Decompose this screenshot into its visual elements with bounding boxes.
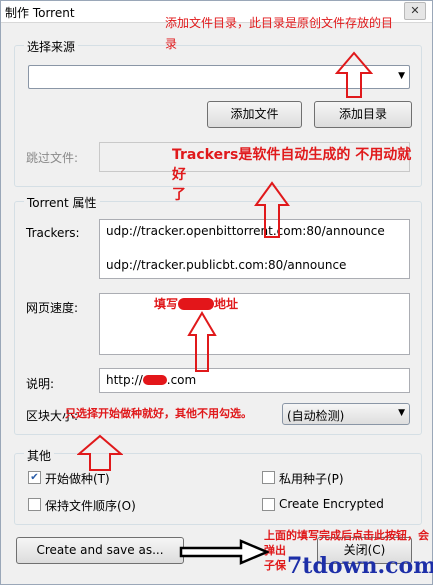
create-and-save-label: Create and save as...	[36, 543, 164, 557]
annotation-arrow-icon	[254, 181, 290, 238]
webseed-textarea[interactable]	[99, 293, 410, 355]
add-file-button-label: 添加文件	[230, 107, 279, 121]
add-file-button[interactable]: 添加文件	[207, 101, 302, 128]
preserve-order-checkbox[interactable]	[28, 498, 41, 511]
annotation-line: 只选择开始做种就好，其他不用勾选。	[65, 407, 252, 420]
tracker-line: udp://tracker.publicbt.com:80/announce	[106, 258, 347, 272]
start-seeding-checkbox[interactable]: ✔	[28, 471, 41, 484]
tracker-line: udp://tracker.openbittorrent.com:80/anno…	[106, 224, 385, 238]
other-group	[14, 453, 422, 525]
annotation-line: 了	[172, 187, 186, 203]
comment-value: http:// .com	[106, 373, 196, 387]
start-seeding-label: 开始做种(T)	[45, 472, 110, 486]
comment-label: 说明:	[26, 377, 55, 391]
annotation-trackers: Trackers是软件自动生成的 不用动就好 了	[172, 144, 422, 204]
private-torrent-checkbox[interactable]	[262, 471, 275, 484]
annotation-seeding: 只选择开始做种就好，其他不用勾选。	[65, 405, 252, 421]
create-and-save-button[interactable]: Create and save as...	[16, 537, 184, 564]
annotation-line: 填写	[154, 297, 179, 311]
add-directory-button-label: 添加目录	[338, 107, 387, 121]
annotation-arrow-icon	[187, 311, 217, 372]
chevron-down-icon: ▼	[398, 71, 405, 81]
private-torrent-label: 私用种子(P)	[279, 472, 344, 486]
create-encrypted-checkbox[interactable]	[262, 498, 275, 511]
properties-group-title: Torrent 属性	[24, 194, 100, 211]
comment-input[interactable]: http:// .com	[99, 368, 410, 393]
other-group-title: 其他	[24, 447, 55, 464]
annotation-right-arrow-icon	[179, 539, 269, 565]
annotation-line: 录	[165, 37, 178, 51]
piece-size-combo[interactable]: (自动检测) ▼	[282, 403, 410, 425]
annotation-line: 地址	[214, 297, 239, 311]
comment-value-suffix: .com	[166, 373, 197, 387]
trackers-label: Trackers:	[26, 226, 80, 240]
annotation-add-directory: 添加文件目录，此目录是原创文件存放的目 录	[165, 14, 427, 57]
watermark-logo: 7tdown.com	[287, 553, 433, 579]
comment-value-prefix: http://	[106, 373, 143, 387]
create-encrypted-label: Create Encrypted	[279, 497, 384, 511]
webseed-label: 网页速度:	[26, 301, 79, 315]
add-directory-button[interactable]: 添加目录	[314, 101, 412, 128]
annotation-line: 添加文件目录，此目录是原创文件存放的目	[165, 16, 394, 30]
annotation-line: Trackers是软件自动生成的 不用动就好	[172, 147, 412, 183]
preserve-order-label: 保持文件顺序(O)	[45, 499, 136, 513]
window-title: 制作 Torrent	[5, 6, 75, 20]
source-group-title: 选择来源	[24, 38, 79, 55]
create-torrent-dialog: 制作 Torrent ✕ 选择来源 ▼ 添加文件 添加目录 跳过文件: Torr…	[0, 0, 433, 585]
piece-size-value: (自动检测)	[287, 409, 345, 423]
annotation-line: 上面的填写完成后点击此按钮，会	[264, 529, 429, 542]
redaction-mark	[142, 375, 167, 385]
skip-files-label: 跳过文件:	[26, 151, 79, 165]
redaction-mark	[178, 298, 215, 310]
chevron-down-icon: ▼	[398, 408, 405, 418]
annotation-arrow-icon	[335, 51, 373, 98]
annotation-webseed: 填写 地址	[154, 295, 238, 312]
annotation-arrow-icon	[77, 434, 123, 471]
